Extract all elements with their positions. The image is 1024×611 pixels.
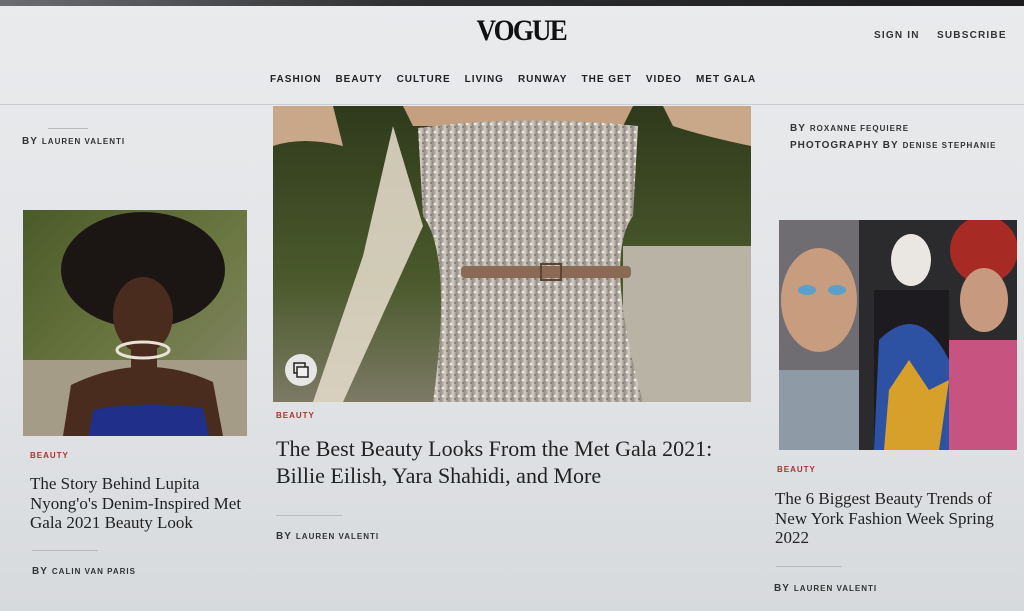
nyfw-beauty-photo[interactable] [779, 220, 1017, 450]
sign-in-link[interactable]: SIGN IN [874, 30, 920, 41]
met-gala-gown-photo[interactable] [273, 106, 751, 402]
photographer-link[interactable]: DENISE STEPHANIE [903, 141, 997, 150]
header-divider [0, 104, 1024, 105]
gallery-button[interactable] [285, 354, 317, 386]
kicker-beauty[interactable]: BEAUTY [777, 465, 816, 474]
nav-item-met-gala[interactable]: MET GALA [696, 74, 756, 85]
nav-item-runway[interactable]: RUNWAY [518, 74, 568, 85]
nav-item-beauty[interactable]: BEAUTY [335, 74, 382, 85]
kicker-beauty[interactable]: BEAUTY [276, 411, 315, 420]
divider [776, 566, 842, 567]
author-link[interactable]: CALIN VAN PARIS [52, 567, 136, 576]
article-headline[interactable]: The Story Behind Lupita Nyong'o's Denim-… [30, 474, 255, 533]
featured-headline[interactable]: The Best Beauty Looks From the Met Gala … [276, 436, 746, 490]
author-link[interactable]: LAUREN VALENTI [794, 584, 877, 593]
divider [48, 128, 88, 129]
photo-credit: PHOTOGRAPHY BY DENISE STEPHANIE [790, 140, 997, 151]
nav-item-video[interactable]: VIDEO [646, 74, 682, 85]
byline: BY LAUREN VALENTI [276, 531, 380, 542]
byline: BY LAUREN VALENTI [774, 583, 878, 594]
author-link[interactable]: ROXANNE FEQUIERE [810, 124, 909, 133]
main-nav: FASHION BEAUTY CULTURE LIVING RUNWAY THE… [270, 74, 770, 85]
byline: BY CALIN VAN PARIS [32, 566, 136, 577]
gallery-icon [293, 362, 309, 378]
article-headline[interactable]: The 6 Biggest Beauty Trends of New York … [775, 489, 1015, 548]
monitor-bezel [0, 0, 1024, 6]
kicker-beauty[interactable]: BEAUTY [30, 451, 69, 460]
vogue-logo[interactable]: VOGUE [477, 14, 568, 48]
author-link[interactable]: LAUREN VALENTI [296, 532, 379, 541]
nav-item-fashion[interactable]: FASHION [270, 74, 321, 85]
nav-item-the-get[interactable]: THE GET [581, 74, 631, 85]
nav-item-culture[interactable]: CULTURE [397, 74, 451, 85]
nav-item-living[interactable]: LIVING [465, 74, 504, 85]
divider [276, 515, 342, 516]
subscribe-link[interactable]: SUBSCRIBE [937, 30, 1007, 41]
divider [32, 550, 98, 551]
byline: BY ROXANNE FEQUIERE [790, 123, 910, 134]
lupita-nyongo-photo[interactable] [23, 210, 247, 436]
byline: BY LAUREN VALENTI [22, 136, 126, 147]
author-link[interactable]: LAUREN VALENTI [42, 137, 125, 146]
browser-screen: VOGUE SIGN IN SUBSCRIBE FASHION BEAUTY C… [0, 0, 1024, 611]
